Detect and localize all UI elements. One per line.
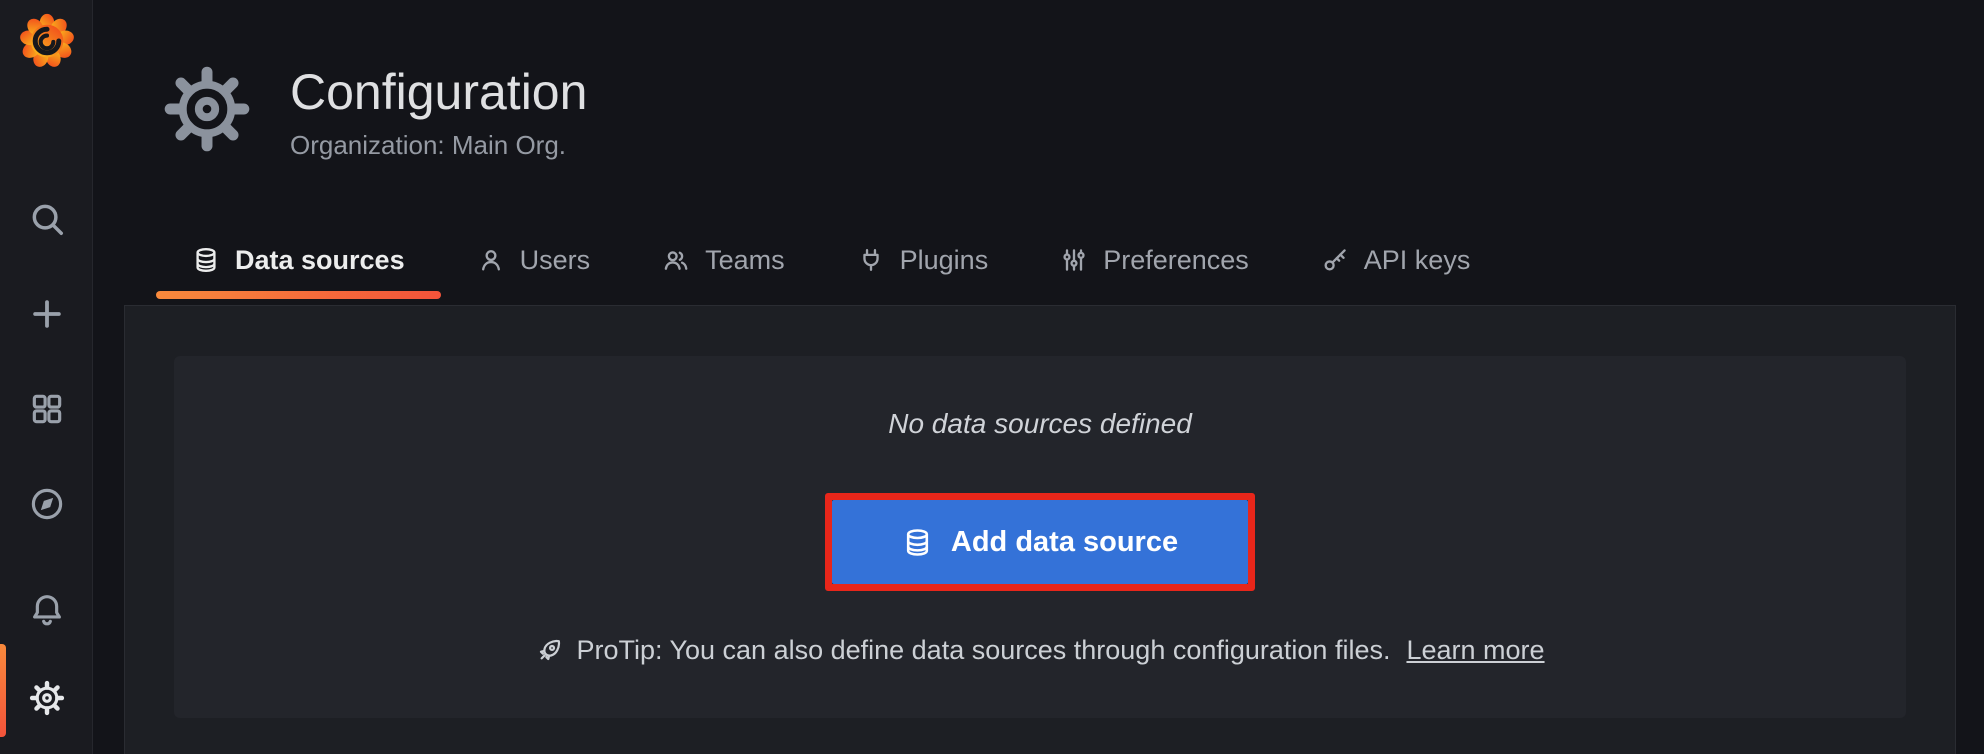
page-subtitle: Organization: Main Org. [290,130,587,161]
sidebar-active-indicator [0,644,6,737]
tab-label: Plugins [900,241,989,279]
learn-more-link[interactable]: Learn more [1406,635,1544,666]
plug-icon [857,246,885,274]
tab-label: Users [520,241,591,279]
database-icon [192,246,220,274]
tab-preferences[interactable]: Preferences [1024,241,1285,299]
main-content: Configuration Organization: Main Org. Da… [94,0,1984,754]
key-icon [1321,246,1349,274]
tab-api-keys[interactable]: API keys [1285,241,1507,299]
sidebar-item-create[interactable] [0,292,93,336]
gear-icon [28,679,66,717]
users-icon [662,246,690,274]
protip-text: ProTip: You can also define data sources… [576,635,1390,666]
tab-label: Teams [705,241,785,279]
tab-users[interactable]: Users [441,241,627,299]
tab-bar: Data sources Users Teams Plugins Prefere… [156,241,1506,299]
tab-data-sources[interactable]: Data sources [156,241,441,299]
add-data-source-button[interactable]: Add data source [832,500,1248,584]
tab-label: API keys [1364,241,1471,279]
tab-label: Preferences [1103,241,1249,279]
sidebar [0,0,93,754]
page-header-text: Configuration Organization: Main Org. [290,62,587,161]
sliders-icon [1060,246,1088,274]
protip: ProTip: You can also define data sources… [535,635,1544,666]
tab-label: Data sources [235,241,405,279]
grafana-logo-icon [18,12,76,70]
page-header: Configuration Organization: Main Org. [94,0,1984,161]
page-title: Configuration [290,66,587,118]
sidebar-item-dashboards[interactable] [0,387,93,431]
user-icon [477,246,505,274]
sidebar-item-search[interactable] [0,197,93,241]
apps-icon [28,390,66,428]
compass-icon [28,485,66,523]
tab-plugins[interactable]: Plugins [821,241,1025,299]
sidebar-item-configuration[interactable] [0,676,93,720]
grafana-window: Configuration Organization: Main Org. Da… [0,0,1984,754]
tab-teams[interactable]: Teams [626,241,821,299]
search-icon [28,200,66,238]
sidebar-item-alerting[interactable] [0,588,93,632]
gear-icon [160,62,254,156]
highlight-box: Add data source [825,493,1255,591]
empty-list-cta-panel: No data sources defined Add data source … [174,356,1906,718]
rocket-icon [535,637,563,665]
grafana-logo[interactable] [0,12,93,70]
tab-content: No data sources defined Add data source … [124,305,1956,754]
plus-icon [28,295,66,333]
bell-icon [28,591,66,629]
empty-list-message: No data sources defined [888,408,1192,440]
add-data-source-button-label: Add data source [951,526,1178,559]
sidebar-item-explore[interactable] [0,482,93,526]
database-icon [902,527,933,558]
